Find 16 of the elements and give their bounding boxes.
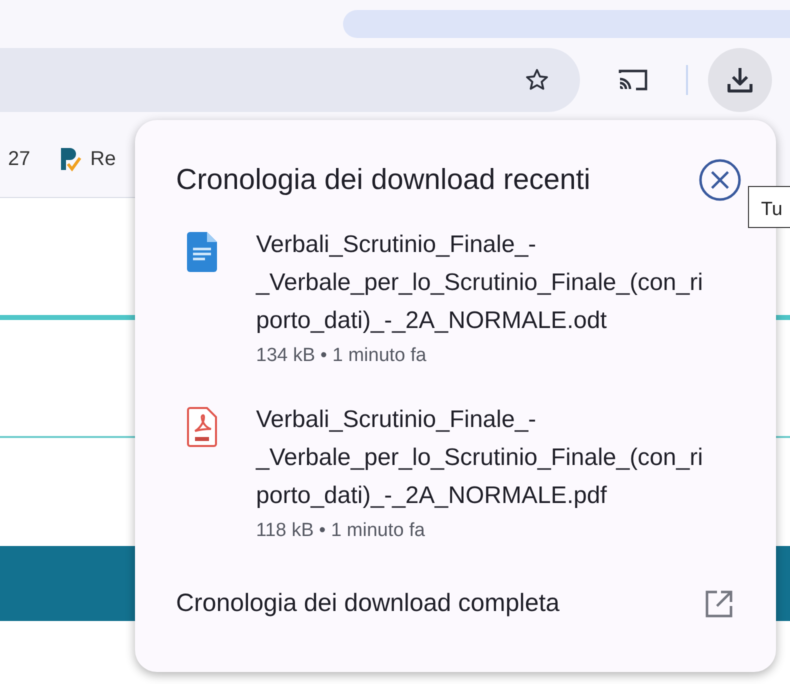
star-icon[interactable] xyxy=(524,67,550,93)
popup-title: Cronologia dei download recenti xyxy=(176,163,590,198)
file-details: 118 kB • 1 minuto fa xyxy=(256,518,426,542)
full-history-link[interactable]: Cronologia dei download completa xyxy=(176,585,560,622)
bookmark-item[interactable]: 27 xyxy=(8,144,30,174)
open-external-icon[interactable] xyxy=(704,588,734,619)
tooltip: Tu xyxy=(748,186,790,228)
bookmark-icon[interactable] xyxy=(58,146,82,172)
pdf-file-icon xyxy=(187,406,217,446)
file-name[interactable]: Verbali_Scrutinio_Finale_-_Verbale_per_lo_Scrutinio_Finale_(con_riporto_dati)_-_2A_NORMALE.odt xyxy=(256,226,708,340)
file-name[interactable]: Verbali_Scrutinio_Finale_-_Verbale_per_lo_Scrutinio_Finale_(con_riporto_dati)_-_2A_NORMALE.pdf xyxy=(256,400,708,514)
file-details: 134 kB • 1 minuto fa xyxy=(256,344,428,368)
document-icon xyxy=(187,232,217,272)
close-icon[interactable] xyxy=(698,158,742,202)
cast-icon[interactable] xyxy=(616,67,650,93)
bookmark-item[interactable]: Re xyxy=(90,144,116,174)
